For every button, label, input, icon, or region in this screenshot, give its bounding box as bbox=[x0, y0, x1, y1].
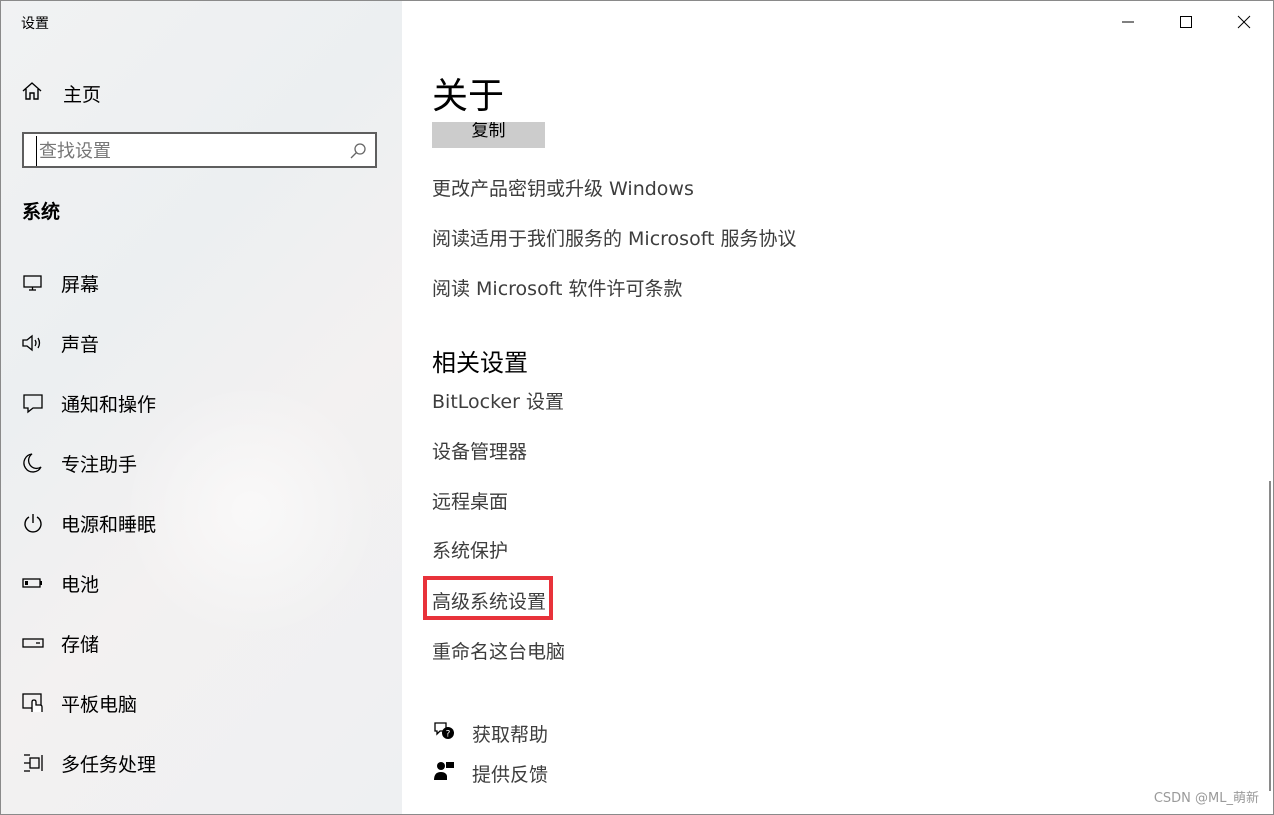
link-service-agreement[interactable]: 阅读适用于我们服务的 Microsoft 服务协议 bbox=[432, 224, 797, 251]
sidebar-item-label: 存储 bbox=[61, 633, 100, 656]
sidebar-item-label: 多任务处理 bbox=[61, 753, 157, 776]
maximize-button[interactable] bbox=[1157, 1, 1215, 45]
search-box[interactable] bbox=[22, 132, 377, 168]
link-system-protection[interactable]: 系统保护 bbox=[432, 536, 508, 563]
home-icon bbox=[21, 80, 43, 106]
notification-icon bbox=[21, 391, 45, 415]
minimize-button[interactable] bbox=[1099, 1, 1157, 45]
settings-window: 设置 主页 系统 屏幕 声 bbox=[0, 0, 1274, 815]
get-help-label: 获取帮助 bbox=[472, 723, 549, 746]
storage-icon bbox=[21, 631, 45, 655]
sidebar-item-label: 通知和操作 bbox=[61, 393, 157, 416]
sidebar-item-label: 平板电脑 bbox=[61, 693, 138, 716]
sidebar-item-label: 声音 bbox=[61, 333, 100, 356]
get-help-link[interactable]: ? 获取帮助 bbox=[432, 718, 548, 748]
maximize-icon bbox=[1179, 14, 1193, 33]
sidebar-item-display[interactable]: 屏幕 bbox=[21, 263, 381, 303]
sidebar: 设置 主页 系统 屏幕 声 bbox=[1, 1, 402, 814]
close-icon bbox=[1237, 14, 1251, 33]
sidebar-item-label: 屏幕 bbox=[61, 273, 100, 296]
close-button[interactable] bbox=[1215, 1, 1273, 45]
link-advanced-system-settings[interactable]: 高级系统设置 bbox=[432, 587, 546, 614]
copy-button[interactable]: 复制 bbox=[432, 122, 545, 148]
sidebar-item-label: 专注助手 bbox=[61, 453, 138, 476]
sidebar-item-home[interactable]: 主页 bbox=[21, 79, 101, 107]
link-rename-pc[interactable]: 重命名这台电脑 bbox=[432, 637, 565, 664]
sidebar-item-label: 电源和睡眠 bbox=[61, 513, 157, 536]
monitor-icon bbox=[21, 271, 45, 295]
sidebar-item-focus-assist[interactable]: 专注助手 bbox=[21, 443, 381, 483]
window-controls bbox=[1099, 1, 1273, 45]
related-settings-title: 相关设置 bbox=[432, 349, 528, 377]
feedback-link[interactable]: 提供反馈 bbox=[432, 758, 548, 788]
sidebar-item-label: 电池 bbox=[61, 573, 100, 596]
page-title: 关于 bbox=[432, 76, 505, 117]
search-input[interactable] bbox=[36, 136, 341, 166]
link-change-product-key[interactable]: 更改产品密钥或升级 Windows bbox=[432, 174, 694, 201]
sidebar-item-power-sleep[interactable]: 电源和睡眠 bbox=[21, 503, 381, 543]
sidebar-item-battery[interactable]: 电池 bbox=[21, 563, 381, 603]
moon-icon bbox=[21, 451, 45, 475]
app-title: 设置 bbox=[21, 16, 49, 32]
power-icon bbox=[21, 511, 45, 535]
multitask-icon bbox=[21, 751, 45, 775]
sidebar-item-storage[interactable]: 存储 bbox=[21, 623, 381, 663]
sidebar-item-tablet[interactable]: 平板电脑 bbox=[21, 683, 381, 723]
sidebar-item-sound[interactable]: 声音 bbox=[21, 323, 381, 363]
sidebar-item-multitasking[interactable]: 多任务处理 bbox=[21, 743, 381, 783]
section-title: 系统 bbox=[22, 201, 61, 223]
main-content: 关于 复制 更改产品密钥或升级 Windows 阅读适用于我们服务的 Micro… bbox=[402, 1, 1273, 814]
link-remote-desktop[interactable]: 远程桌面 bbox=[432, 487, 508, 514]
feedback-icon bbox=[432, 760, 456, 786]
link-license-terms[interactable]: 阅读 Microsoft 软件许可条款 bbox=[432, 274, 683, 301]
speaker-icon bbox=[21, 331, 45, 355]
minimize-icon bbox=[1121, 14, 1135, 33]
link-bitlocker[interactable]: BitLocker 设置 bbox=[432, 387, 564, 414]
svg-text:?: ? bbox=[446, 730, 451, 740]
sidebar-item-notifications[interactable]: 通知和操作 bbox=[21, 383, 381, 423]
link-device-manager[interactable]: 设备管理器 bbox=[432, 437, 527, 464]
watermark: CSDN @ML_萌新 bbox=[1153, 791, 1259, 806]
feedback-label: 提供反馈 bbox=[472, 763, 549, 786]
home-label: 主页 bbox=[63, 83, 102, 106]
search-icon[interactable] bbox=[349, 142, 367, 164]
scrollbar[interactable] bbox=[1269, 481, 1271, 791]
tablet-icon bbox=[21, 691, 45, 715]
battery-icon bbox=[21, 571, 45, 595]
help-icon: ? bbox=[432, 720, 456, 746]
